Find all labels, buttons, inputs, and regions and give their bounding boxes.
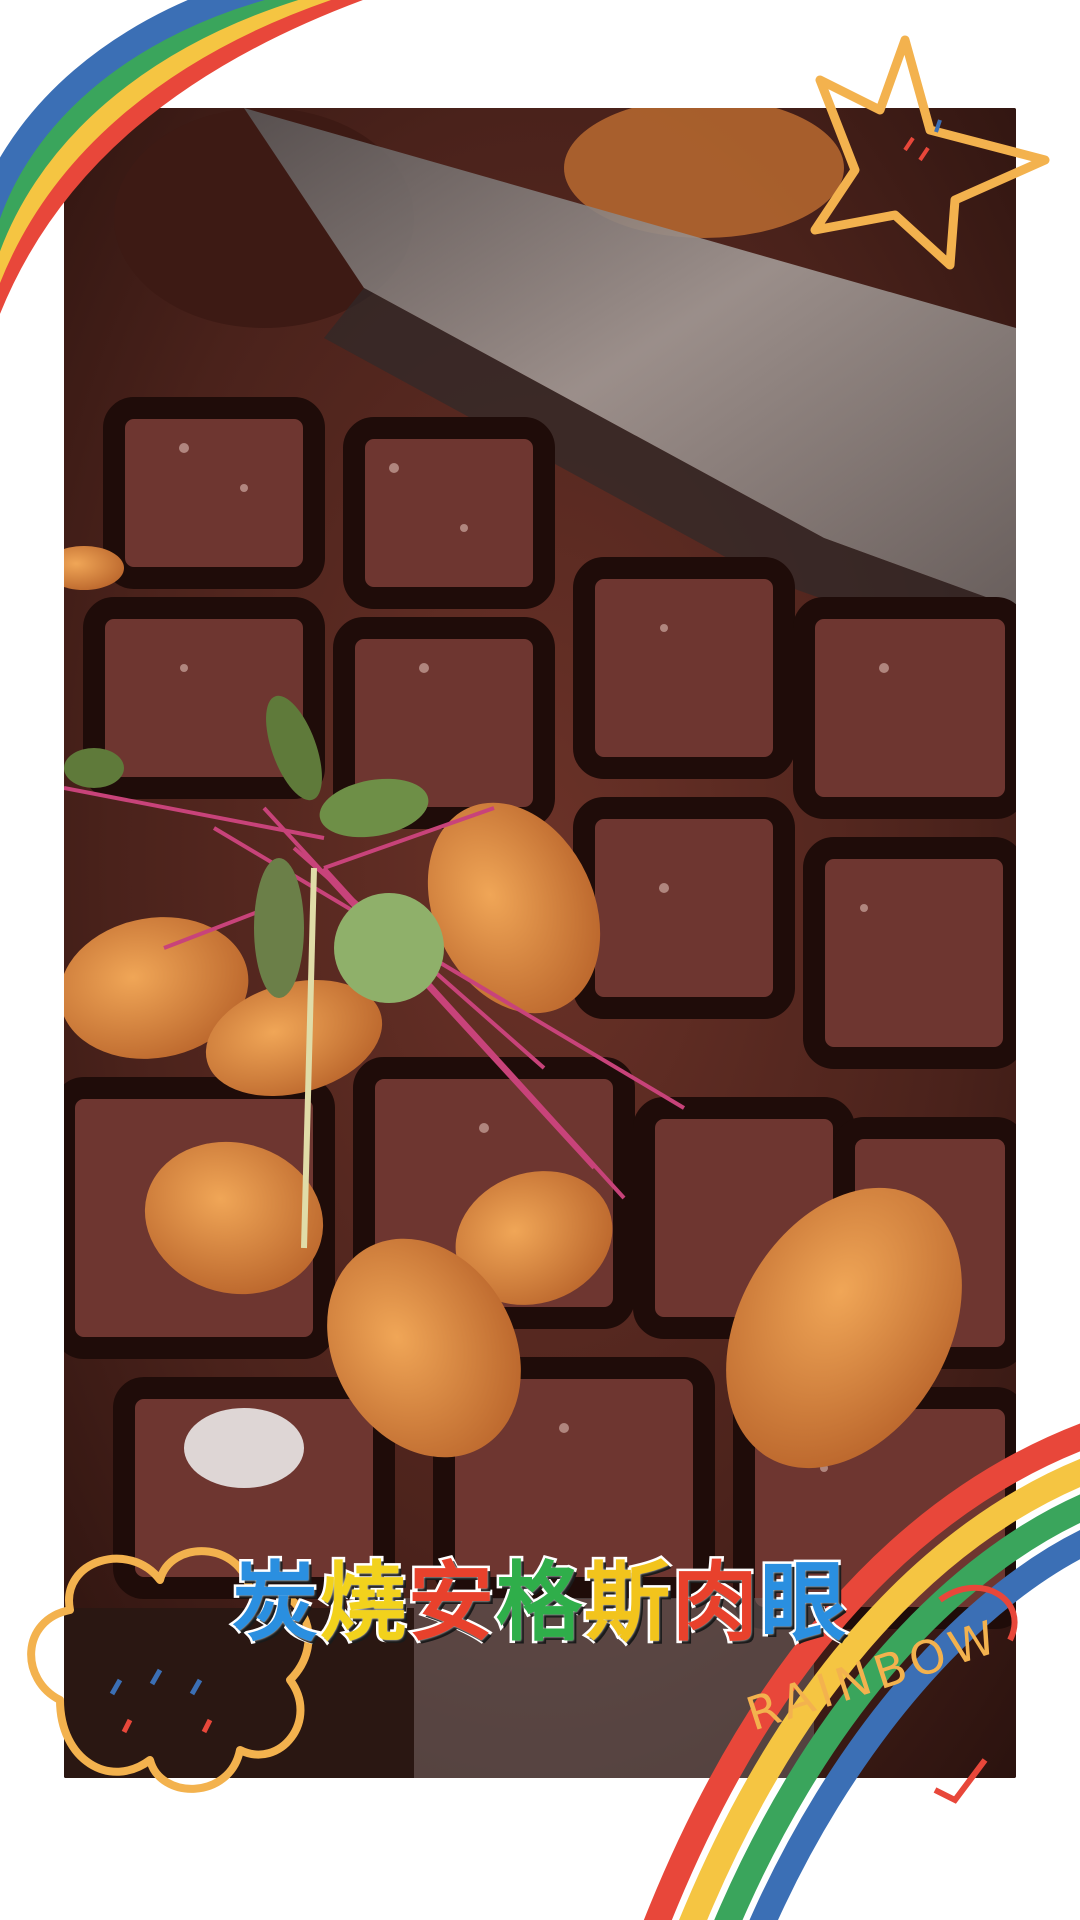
caption-char: 安 — [406, 1553, 497, 1653]
caption-char: 格 — [494, 1553, 585, 1653]
caption-char: 炭 — [230, 1553, 321, 1653]
caption-char: 肉 — [670, 1553, 761, 1653]
steak-illustration — [64, 108, 1016, 1778]
caption-char: 斯 — [582, 1553, 673, 1653]
caption-char: 燒 — [318, 1553, 409, 1653]
caption-char: 眼 — [758, 1553, 849, 1653]
steak-photo — [64, 108, 1016, 1778]
dish-title-caption: 炭 燒 安 格 斯 肉 眼 — [0, 1548, 1080, 1658]
story-frame: RAINBOW 炭 燒 安 格 斯 肉 眼 — [0, 0, 1080, 1920]
